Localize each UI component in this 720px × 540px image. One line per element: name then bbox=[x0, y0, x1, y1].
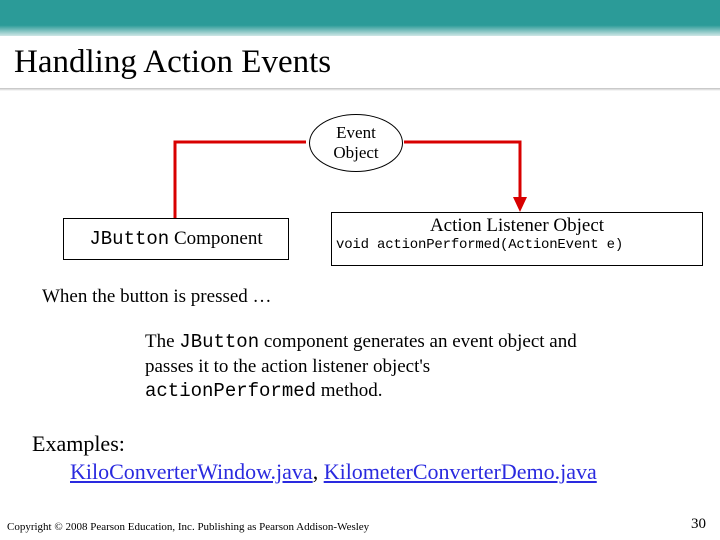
example-link-1[interactable]: KiloConverterWindow.java bbox=[70, 459, 313, 484]
examples-links: KiloConverterWindow.java, KilometerConve… bbox=[70, 459, 597, 485]
jbutton-component-node: JButton Component bbox=[63, 218, 289, 260]
examples-label: Examples: bbox=[32, 431, 125, 457]
title-underline bbox=[0, 88, 720, 91]
event-object-node: Event Object bbox=[309, 114, 403, 172]
action-listener-signature: void actionPerformed(ActionEvent e) bbox=[332, 237, 702, 253]
explanation-paragraph: The JButton component generates an event… bbox=[145, 330, 605, 404]
slide-title: Handling Action Events bbox=[14, 44, 331, 81]
example-link-2[interactable]: KilometerConverterDemo.java bbox=[324, 459, 597, 484]
slide-number: 30 bbox=[691, 516, 706, 533]
event-object-line1: Event bbox=[336, 123, 376, 142]
event-object-line2: Object bbox=[333, 143, 378, 162]
para-code-actionperformed: actionPerformed bbox=[145, 380, 316, 402]
jbutton-code: JButton bbox=[89, 228, 169, 250]
arrow-head bbox=[513, 197, 527, 212]
when-pressed-text: When the button is pressed … bbox=[42, 286, 272, 308]
jbutton-text: Component bbox=[169, 228, 262, 249]
header-band bbox=[0, 0, 720, 36]
para-text-c: method. bbox=[316, 380, 383, 401]
action-listener-title: Action Listener Object bbox=[332, 215, 702, 237]
copyright-footer: Copyright © 2008 Pearson Education, Inc.… bbox=[7, 521, 369, 533]
para-code-jbutton: JButton bbox=[179, 331, 259, 353]
slide-body: Handling Action Events Event Object JBut… bbox=[0, 36, 720, 540]
para-text-a: The bbox=[145, 331, 179, 352]
event-diagram: Event Object JButton Component Action Li… bbox=[0, 96, 720, 296]
action-listener-node: Action Listener Object void actionPerfor… bbox=[331, 212, 703, 266]
arrow-segment-right bbox=[404, 142, 520, 209]
arrow-segment-left bbox=[175, 142, 306, 218]
examples-separator: , bbox=[313, 459, 324, 484]
